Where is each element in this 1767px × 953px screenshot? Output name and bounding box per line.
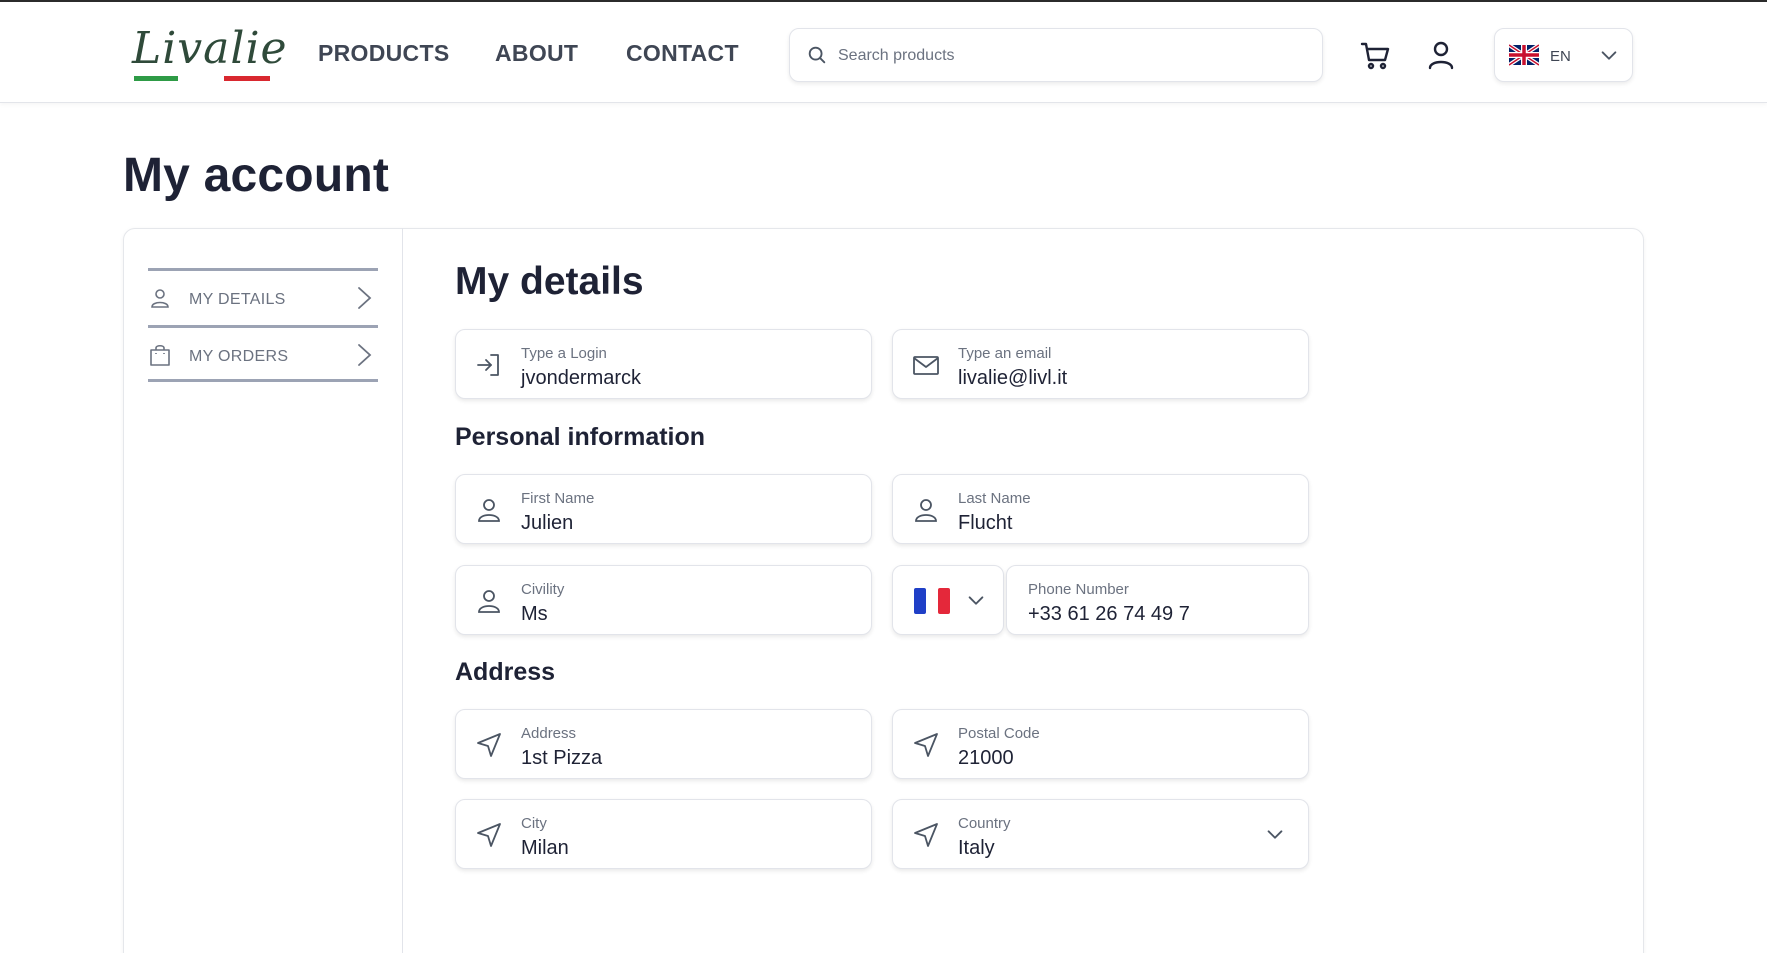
cart-button[interactable] — [1356, 35, 1396, 75]
user-icon — [151, 289, 169, 308]
top-navigation-bar: Livalie PRODUCTS ABOUT CONTACT EN — [0, 0, 1767, 103]
phone-country-selector[interactable] — [892, 565, 1004, 635]
address-section-title: Address — [455, 658, 556, 686]
last-name-value: Flucht — [958, 512, 1013, 534]
logo-green-underline — [134, 76, 178, 81]
address-label: Address — [521, 725, 577, 742]
navigation-arrow-icon — [477, 733, 501, 757]
language-selector[interactable]: EN — [1494, 28, 1633, 82]
postal-code-field[interactable]: Postal Code 21000 — [892, 709, 1309, 779]
login-field[interactable]: Type a Login jvondermarck — [455, 329, 872, 399]
brand-logo-text: Livalie — [132, 23, 288, 74]
email-field[interactable]: Type an email livalie@livl.it — [892, 329, 1309, 399]
user-icon — [915, 499, 937, 522]
shopping-bag-icon — [150, 344, 170, 366]
email-label: Type an email — [958, 345, 1052, 362]
login-value: jvondermarck — [521, 367, 642, 389]
chevron-down-icon — [1601, 51, 1617, 60]
account-sidebar: MY DETAILS MY ORDERS — [148, 268, 378, 382]
france-flag-icon — [914, 588, 950, 614]
chevron-right-icon — [358, 287, 372, 309]
search-icon — [808, 46, 826, 64]
personal-information-title: Personal information — [455, 423, 706, 451]
country-value: Italy — [958, 837, 995, 859]
my-details-title: My details — [455, 260, 644, 303]
navigation-arrow-icon — [914, 733, 938, 757]
phone-number-field[interactable]: Phone Number +33 61 26 74 49 7 — [1006, 565, 1309, 635]
nav-products-link[interactable]: PRODUCTS — [318, 40, 449, 67]
civility-label: Civility — [521, 581, 565, 598]
last-name-field[interactable]: Last Name Flucht — [892, 474, 1309, 544]
last-name-label: Last Name — [958, 490, 1031, 507]
first-name-label: First Name — [521, 490, 595, 507]
first-name-value: Julien — [521, 512, 574, 534]
city-value: Milan — [521, 837, 569, 859]
search-input[interactable] — [838, 41, 1308, 71]
phone-number-label: Phone Number — [1028, 581, 1129, 598]
navigation-arrow-icon — [477, 823, 501, 847]
civility-field[interactable]: Civility Ms — [455, 565, 872, 635]
login-icon — [477, 354, 499, 376]
email-value: livalie@livl.it — [958, 367, 1068, 389]
mail-icon — [913, 356, 939, 375]
sidebar-item-label: MY DETAILS — [189, 291, 286, 308]
postal-code-label: Postal Code — [958, 725, 1040, 742]
language-code: EN — [1550, 48, 1571, 65]
country-select[interactable]: Country Italy — [892, 799, 1309, 869]
user-icon — [478, 499, 500, 522]
phone-number-value: +33 61 26 74 49 7 — [1028, 603, 1190, 625]
chevron-down-icon — [968, 596, 984, 605]
civility-value: Ms — [521, 603, 548, 625]
nav-about-link[interactable]: ABOUT — [495, 40, 578, 67]
login-label: Type a Login — [521, 345, 607, 362]
search-box — [789, 28, 1323, 82]
sidebar-item-my-orders[interactable]: MY ORDERS — [148, 325, 378, 382]
first-name-field[interactable]: First Name Julien — [455, 474, 872, 544]
nav-contact-link[interactable]: CONTACT — [626, 40, 739, 67]
cart-icon — [1360, 42, 1390, 70]
country-label: Country — [958, 815, 1011, 832]
card-divider — [402, 228, 403, 953]
city-field[interactable]: City Milan — [455, 799, 872, 869]
brand-logo[interactable]: Livalie — [132, 24, 287, 82]
logo-red-underline — [224, 76, 270, 81]
uk-flag-icon — [1509, 43, 1539, 67]
city-label: City — [521, 815, 547, 832]
chevron-down-icon — [1267, 830, 1283, 839]
sidebar-item-my-details[interactable]: MY DETAILS — [148, 268, 378, 325]
account-button[interactable] — [1421, 35, 1461, 75]
address-value: 1st Pizza — [521, 747, 603, 769]
user-icon — [1428, 41, 1454, 70]
navigation-arrow-icon — [914, 823, 938, 847]
address-field[interactable]: Address 1st Pizza — [455, 709, 872, 779]
sidebar-item-label: MY ORDERS — [189, 348, 289, 365]
chevron-right-icon — [358, 344, 372, 366]
user-icon — [478, 590, 500, 613]
page-title: My account — [123, 149, 390, 202]
postal-code-value: 21000 — [958, 747, 1014, 769]
